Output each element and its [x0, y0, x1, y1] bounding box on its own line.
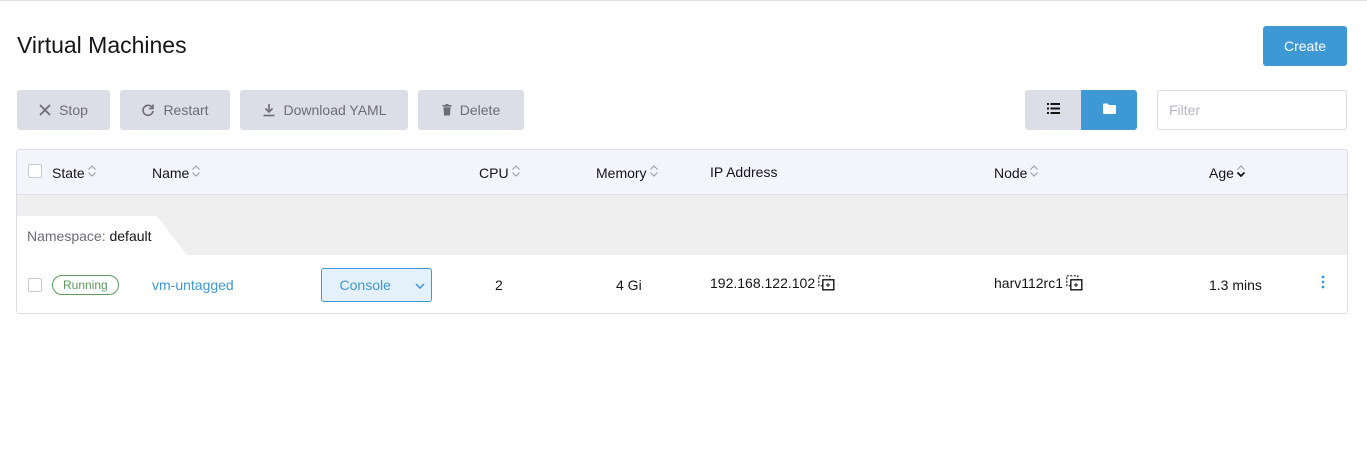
- copy-icon[interactable]: [818, 275, 835, 294]
- create-button[interactable]: Create: [1263, 26, 1347, 66]
- list-view-button[interactable]: [1025, 90, 1081, 130]
- node-cell: harv112rc1: [994, 275, 1083, 294]
- stop-label: Stop: [59, 102, 88, 118]
- delete-button[interactable]: Delete: [418, 90, 524, 130]
- filter-input[interactable]: [1157, 90, 1347, 130]
- vm-name-link[interactable]: vm-untagged: [152, 277, 234, 293]
- page-title: Virtual Machines: [17, 32, 187, 58]
- node-value: harv112rc1: [994, 275, 1064, 292]
- copy-icon[interactable]: [1066, 275, 1083, 294]
- column-memory-label: Memory: [596, 164, 647, 181]
- download-label: Download YAML: [283, 102, 387, 118]
- console-button: Console: [321, 268, 432, 302]
- restart-button[interactable]: Restart: [120, 90, 230, 130]
- column-header-ip-address: IP Address: [710, 164, 777, 180]
- select-all-checkbox[interactable]: [28, 164, 42, 178]
- column-header-name[interactable]: Name: [152, 164, 201, 181]
- trash-icon: [442, 104, 452, 116]
- column-header-cpu[interactable]: CPU: [479, 164, 521, 181]
- group-view-button[interactable]: [1081, 90, 1137, 130]
- namespace-group-row: Namespace: default: [17, 195, 1347, 255]
- column-name-label: Name: [152, 164, 190, 181]
- column-ip-label: IP Address: [710, 164, 778, 180]
- refresh-icon: [141, 103, 155, 117]
- column-header-memory[interactable]: Memory: [596, 164, 659, 181]
- column-header-state[interactable]: State: [52, 164, 97, 181]
- column-state-label: State: [52, 164, 85, 181]
- column-node-label: Node: [994, 164, 1028, 181]
- sort-descending-icon: [1236, 164, 1246, 181]
- sort-icon: [1029, 164, 1039, 181]
- sort-icon: [191, 164, 201, 181]
- stop-button[interactable]: Stop: [17, 90, 110, 130]
- table-row: Running vm-untagged Console 2 4 Gi 192.1…: [17, 255, 1347, 313]
- row-checkbox[interactable]: [28, 278, 42, 292]
- folder-icon: [1102, 101, 1116, 119]
- download-yaml-button[interactable]: Download YAML: [240, 90, 408, 130]
- age-value: 1.3 mins: [1209, 277, 1262, 293]
- row-actions-button[interactable]: [1317, 273, 1329, 295]
- download-icon: [262, 103, 276, 117]
- sort-icon: [649, 164, 659, 181]
- console-main-button[interactable]: Console: [322, 269, 408, 301]
- column-age-label: Age: [1209, 164, 1234, 181]
- close-icon: [39, 104, 51, 116]
- sort-icon: [511, 164, 521, 181]
- sort-icon: [87, 164, 97, 181]
- ip-address-cell: 192.168.122.102: [710, 275, 835, 294]
- ip-address-value: 192.168.122.102: [710, 275, 816, 292]
- column-cpu-label: CPU: [479, 164, 509, 181]
- table-header: State Name CPU Memory IP Address Node Ag…: [17, 150, 1347, 195]
- cpu-value: 2: [495, 277, 503, 293]
- view-toggle: [1025, 90, 1137, 130]
- delete-label: Delete: [459, 102, 501, 118]
- console-dropdown-toggle[interactable]: [408, 269, 431, 301]
- namespace-group-label: Namespace: default: [27, 228, 152, 244]
- column-header-age[interactable]: Age: [1209, 164, 1246, 181]
- chevron-down-icon: [415, 276, 425, 294]
- restart-label: Restart: [163, 102, 209, 118]
- vm-table: State Name CPU Memory IP Address Node Ag…: [16, 149, 1348, 314]
- status-badge: Running: [52, 275, 119, 295]
- namespace-name: default: [109, 228, 152, 244]
- namespace-prefix: Namespace:: [27, 228, 106, 244]
- column-header-node[interactable]: Node: [994, 164, 1039, 181]
- list-icon: [1046, 101, 1060, 119]
- kebab-menu-icon: [1321, 275, 1325, 294]
- memory-value: 4 Gi: [616, 277, 642, 293]
